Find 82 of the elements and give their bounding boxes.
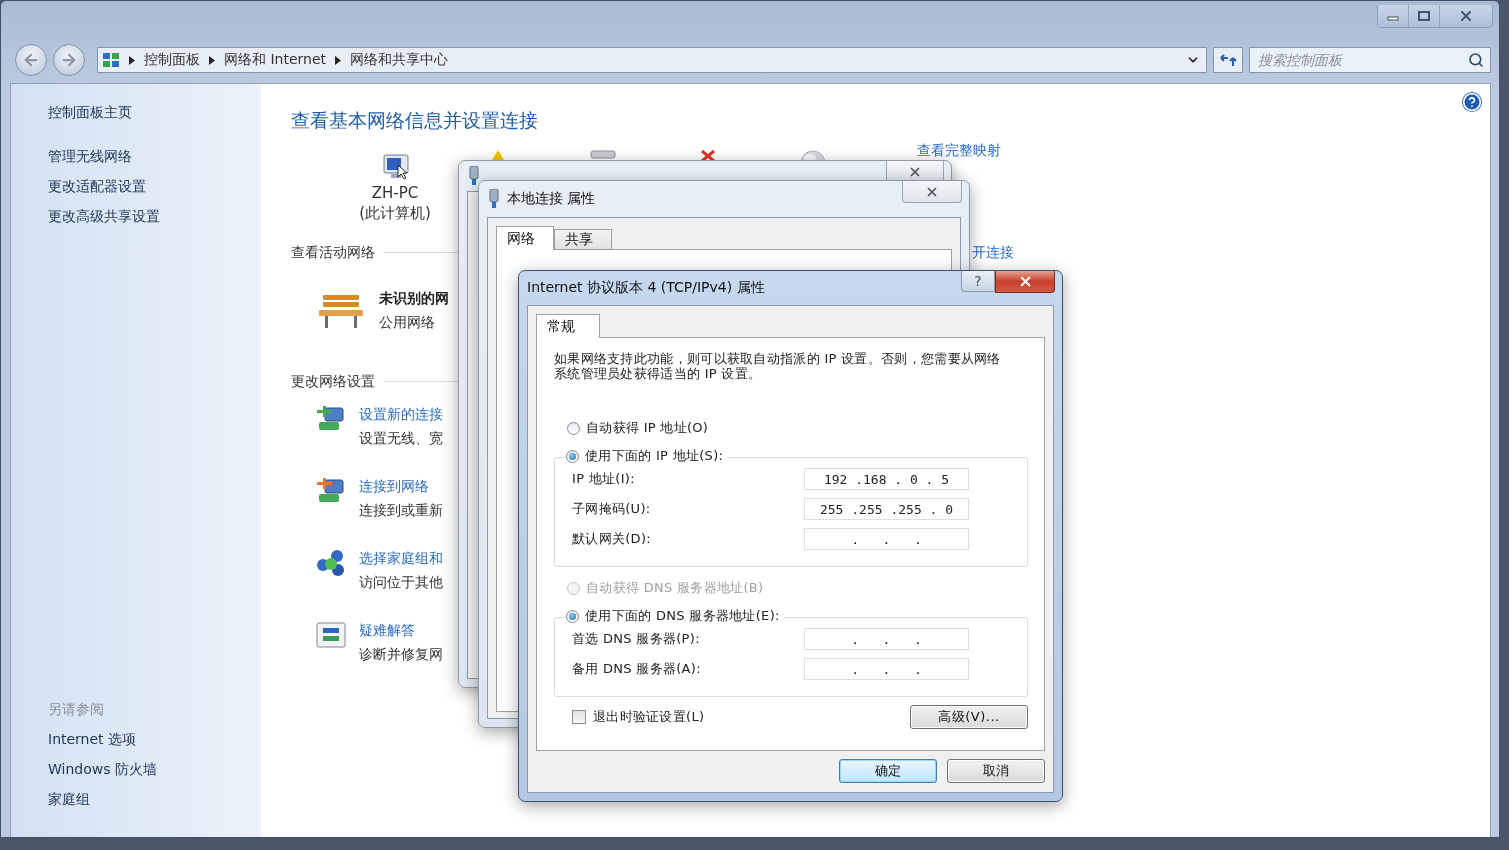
computer-name: ZH-PC bbox=[371, 183, 419, 203]
field-label: IP 地址(I): bbox=[572, 470, 636, 488]
close-button[interactable] bbox=[995, 271, 1055, 293]
sidebar-link[interactable]: 更改适配器设置 bbox=[48, 176, 146, 196]
forward-arrow-icon bbox=[60, 51, 78, 69]
forward-button[interactable] bbox=[53, 44, 85, 76]
sidebar-link[interactable]: Windows 防火墙 bbox=[48, 759, 157, 779]
sidebar-link[interactable]: 家庭组 bbox=[48, 789, 90, 809]
breadcrumb-arrow-icon bbox=[209, 55, 215, 65]
task-description: 诊断并修复网 bbox=[359, 645, 443, 664]
sidebar-link[interactable]: 管理无线网络 bbox=[48, 146, 132, 166]
search-icon[interactable] bbox=[1468, 52, 1484, 68]
breadcrumb-arrow-icon bbox=[129, 55, 135, 65]
help-icon[interactable] bbox=[1462, 92, 1482, 112]
connection-link[interactable]: 开连接 bbox=[972, 242, 1014, 262]
maximize-icon bbox=[1418, 11, 1430, 21]
radio-button[interactable] bbox=[566, 609, 579, 623]
network-icon bbox=[589, 150, 616, 159]
breadcrumb-item[interactable]: 控制面板 bbox=[144, 51, 200, 69]
field-label: 子网掩码(U): bbox=[572, 500, 652, 518]
radio-label: 使用下面的 DNS 服务器地址(E): bbox=[585, 607, 780, 625]
task-link[interactable]: 连接到网络 bbox=[359, 476, 443, 496]
help-button[interactable]: ? bbox=[961, 271, 995, 292]
section-heading: 另请参阅 bbox=[48, 700, 105, 719]
field-label: 首选 DNS 服务器(P): bbox=[572, 630, 701, 648]
breadcrumb-item[interactable]: 网络和共享中心 bbox=[350, 51, 449, 69]
task-link[interactable]: 疑难解答 bbox=[359, 620, 443, 640]
troubleshoot-icon bbox=[315, 620, 347, 650]
address-bar[interactable]: 控制面板 网络和 Internet 网络和共享中心 bbox=[97, 47, 1207, 73]
section-heading: 更改网络设置 bbox=[291, 372, 375, 390]
sidebar-link[interactable]: 控制面板主页 bbox=[48, 102, 132, 122]
ip-address-field[interactable]: . . . bbox=[804, 528, 969, 550]
back-button[interactable] bbox=[15, 44, 47, 76]
error-icon bbox=[700, 150, 715, 162]
homegroup-icon bbox=[315, 548, 347, 578]
network-name: 未识别的网 bbox=[379, 290, 449, 308]
refresh-button[interactable] bbox=[1213, 47, 1243, 73]
sidebar-link[interactable]: 更改高级共享设置 bbox=[48, 206, 160, 226]
tab[interactable]: 网络 bbox=[496, 226, 554, 250]
breadcrumb-arrow-icon bbox=[335, 55, 342, 65]
refresh-icon bbox=[1219, 53, 1237, 67]
tab[interactable]: 共享 bbox=[554, 229, 612, 250]
checkbox[interactable] bbox=[572, 710, 586, 724]
tab[interactable]: 常规 bbox=[536, 314, 600, 338]
network-adapter-icon bbox=[467, 166, 481, 186]
close-icon bbox=[1458, 8, 1474, 24]
maximize-button[interactable] bbox=[1408, 5, 1439, 27]
close-button[interactable] bbox=[1439, 5, 1492, 27]
dialog-title: 本地连接 属性 bbox=[507, 190, 596, 208]
search-field[interactable]: 搜索控制面板 bbox=[1249, 47, 1491, 73]
radio-label: 使用下面的 IP 地址(S): bbox=[585, 447, 724, 465]
task-description: 设置无线、宽 bbox=[359, 429, 443, 448]
checkbox-label: 退出时验证设置(L) bbox=[593, 708, 705, 726]
computer-note: (此计算机) bbox=[359, 203, 431, 223]
radio-label: 自动获得 DNS 服务器地址(B) bbox=[586, 579, 764, 597]
description-text: 如果网络支持此功能，则可以获取自动指派的 IP 设置。否则，您需要从网络系统管理员处获得适当的 IP 设置。 bbox=[554, 351, 1002, 381]
control-panel-icon bbox=[102, 51, 120, 69]
advanced-button[interactable]: 高级(V)... bbox=[910, 705, 1028, 729]
full-map-link[interactable]: 查看完整映射 bbox=[917, 140, 1001, 160]
task-link[interactable]: 选择家庭组和 bbox=[359, 548, 443, 568]
network-type: 公用网络 bbox=[379, 313, 436, 332]
task-description: 连接到或重新 bbox=[359, 501, 443, 520]
ip-address-field[interactable]: 255 .255 .255 . 0 bbox=[804, 498, 969, 520]
radio-button[interactable] bbox=[566, 449, 579, 463]
page-title: 查看基本网络信息并设置连接 bbox=[291, 108, 538, 133]
dialog-button[interactable]: 确定 bbox=[839, 759, 937, 783]
task-description: 访问位于其他 bbox=[359, 573, 443, 592]
field-label: 备用 DNS 服务器(A): bbox=[572, 660, 702, 678]
dialog-button[interactable]: 取消 bbox=[947, 759, 1045, 783]
dns-address-field[interactable]: . . . bbox=[804, 628, 969, 650]
sidebar-link[interactable]: Internet 选项 bbox=[48, 729, 137, 749]
minimize-button[interactable] bbox=[1378, 5, 1408, 27]
radio-label: 自动获得 IP 地址(O) bbox=[586, 419, 709, 437]
section-heading: 查看活动网络 bbox=[291, 243, 375, 261]
ip-address-field[interactable]: 192 .168 . 0 . 5 bbox=[804, 468, 969, 490]
breadcrumb-item[interactable]: 网络和 Internet bbox=[224, 51, 327, 69]
radio-button[interactable] bbox=[567, 421, 580, 435]
task-link[interactable]: 设置新的连接 bbox=[359, 404, 443, 424]
field-label: 默认网关(D): bbox=[572, 530, 652, 548]
dialog-title: Internet 协议版本 4 (TCP/IPv4) 属性 bbox=[527, 279, 765, 297]
dns-address-field[interactable]: . . . bbox=[804, 658, 969, 680]
network-adapter-icon bbox=[487, 189, 501, 209]
